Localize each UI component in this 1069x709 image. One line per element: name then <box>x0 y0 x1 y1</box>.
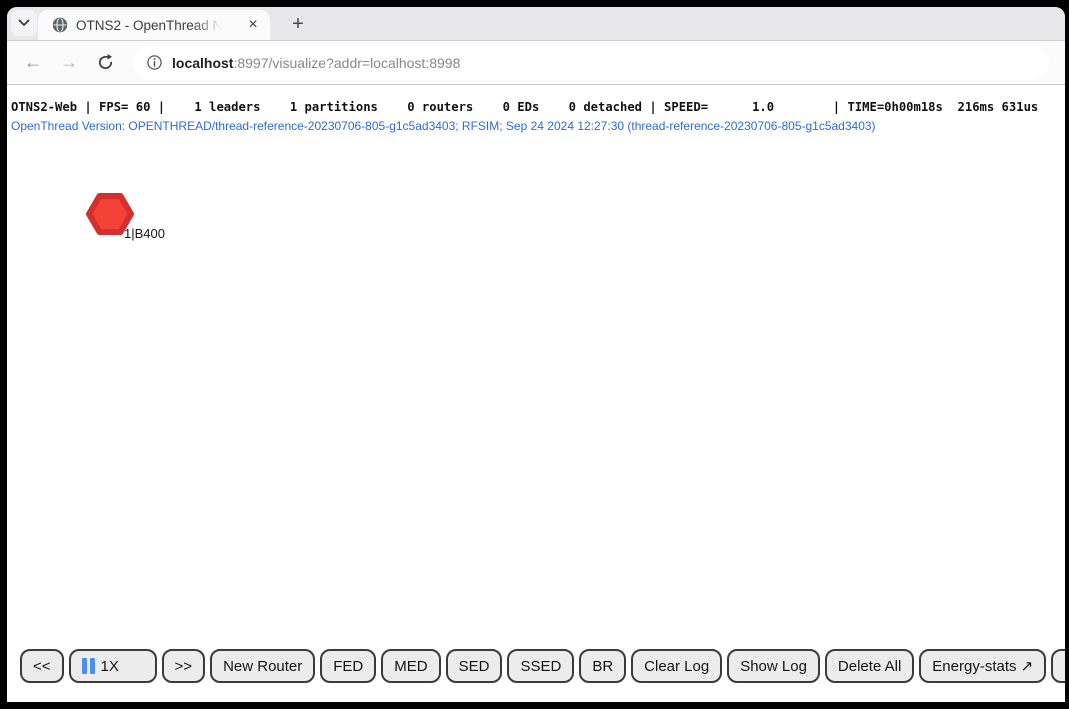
delete-all-button[interactable]: Delete All <box>825 649 914 683</box>
energy-stats-button-label: Energy-stats ↗ <box>932 657 1033 675</box>
speed-button[interactable]: 1X <box>69 649 157 683</box>
add-fed-button-label: FED <box>333 658 363 675</box>
energy-stats-button[interactable]: Energy-stats ↗ <box>919 649 1046 683</box>
back-button[interactable]: ← <box>19 49 47 77</box>
speed-button-label: 1X <box>101 658 119 675</box>
show-log-button-label: Show Log <box>740 658 807 675</box>
reload-icon <box>97 54 114 71</box>
info-icon[interactable] <box>147 55 162 70</box>
sim-canvas: OTNS2-Web | FPS= 60 | 1 leaders 1 partit… <box>7 85 1065 700</box>
url-bar[interactable]: localhost:8997/visualize?addr=localhost:… <box>133 46 1049 80</box>
chevron-down-icon <box>18 19 30 27</box>
node-stats-button-label: Node-stats ↗ <box>1064 657 1065 675</box>
url-text: localhost:8997/visualize?addr=localhost:… <box>172 55 460 71</box>
show-log-button[interactable]: Show Log <box>727 649 820 683</box>
delete-all-button-label: Delete All <box>838 658 901 675</box>
tab-close-button[interactable]: × <box>244 16 262 34</box>
step-back-button-label: << <box>33 658 51 675</box>
new-router-button-label: New Router <box>223 658 302 675</box>
status-line: OTNS2-Web | FPS= 60 | 1 leaders 1 partit… <box>11 100 1038 114</box>
step-forward-button[interactable]: >> <box>162 649 206 683</box>
add-br-button[interactable]: BR <box>579 649 626 683</box>
node-stats-button[interactable]: Node-stats ↗ <box>1051 649 1065 683</box>
url-host: localhost <box>172 55 233 71</box>
clear-log-button-label: Clear Log <box>644 658 709 675</box>
url-rest: :8997/visualize?addr=localhost:8998 <box>233 55 460 71</box>
step-back-button[interactable]: << <box>20 649 64 683</box>
add-br-button-label: BR <box>592 658 613 675</box>
bottom-toolbar: << 1X >> New Router FED MED SED SSED BR Clear Log… <box>20 649 1065 683</box>
new-tab-button[interactable]: + <box>285 11 311 37</box>
openthread-version-link[interactable]: OpenThread Version: OPENTHREAD/thread-re… <box>11 119 876 133</box>
step-forward-button-label: >> <box>175 658 193 675</box>
add-fed-button[interactable]: FED <box>320 649 376 683</box>
forward-button[interactable]: → <box>55 49 83 77</box>
node-label: 1|B400 <box>124 226 165 241</box>
tab-title: OTNS2 - OpenThread Ne <box>76 18 226 33</box>
add-ssed-button[interactable]: SSED <box>507 649 574 683</box>
tab-search-button[interactable] <box>11 10 37 36</box>
add-med-button-label: MED <box>394 658 427 675</box>
add-med-button[interactable]: MED <box>381 649 440 683</box>
reload-button[interactable] <box>91 49 119 77</box>
add-ssed-button-label: SSED <box>520 658 561 675</box>
node-leader[interactable]: 1|B400 <box>86 193 176 253</box>
browser-window: OTNS2 - OpenThread Ne × + ← → localhost:… <box>7 7 1065 702</box>
add-sed-button[interactable]: SED <box>446 649 503 683</box>
tab-otns2[interactable]: OTNS2 - OpenThread Ne × <box>38 10 270 40</box>
globe-icon <box>52 17 68 33</box>
address-bar: ← → localhost:8997/visualize?addr=localh… <box>7 40 1065 85</box>
tab-strip: OTNS2 - OpenThread Ne × + <box>7 7 1065 40</box>
new-router-button[interactable]: New Router <box>210 649 315 683</box>
pause-icon <box>82 658 95 674</box>
add-sed-button-label: SED <box>459 658 490 675</box>
clear-log-button[interactable]: Clear Log <box>631 649 722 683</box>
